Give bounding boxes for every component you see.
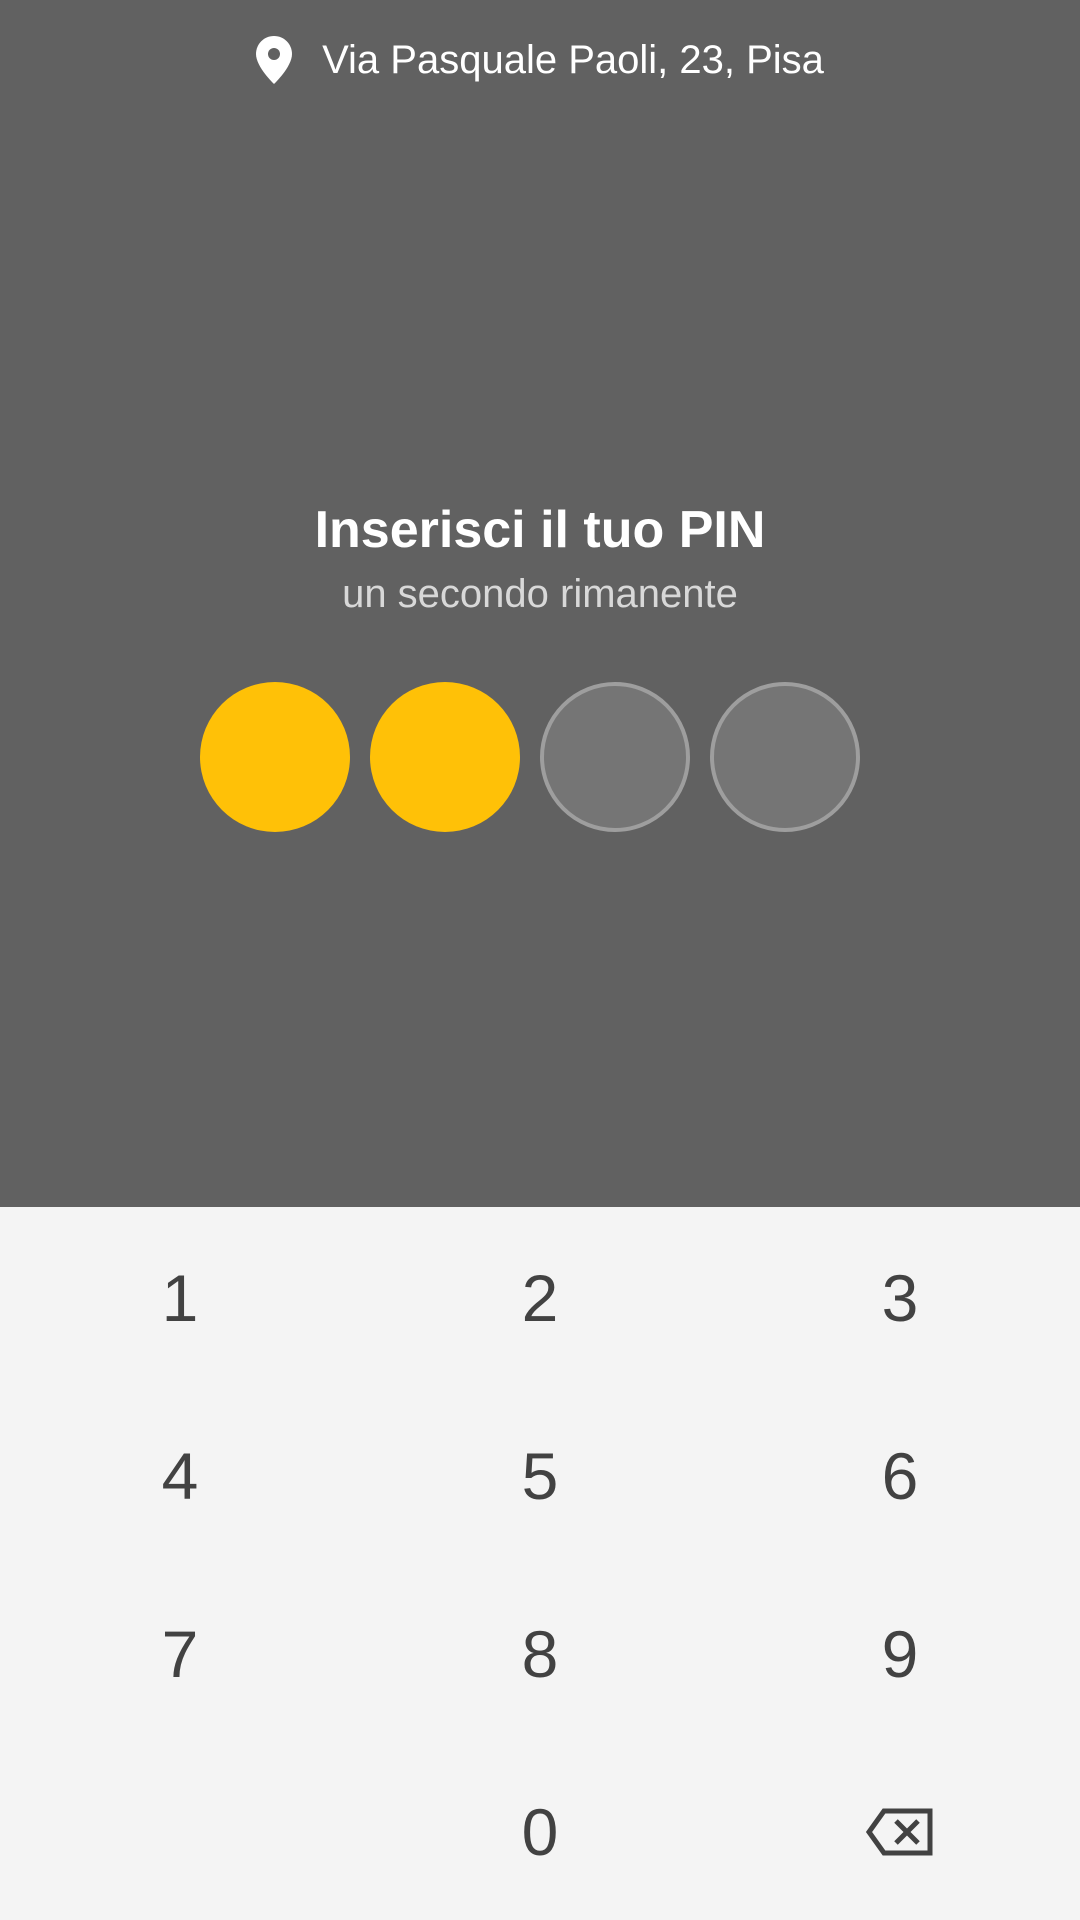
key-8[interactable]: 8 (390, 1579, 690, 1729)
key-9[interactable]: 9 (750, 1579, 1050, 1729)
backspace-icon (866, 1808, 934, 1856)
key-0[interactable]: 0 (390, 1757, 690, 1907)
key-2[interactable]: 2 (390, 1223, 690, 1373)
pin-lock-screen: Via Pasquale Paoli, 23, Pisa Inserisci i… (0, 0, 1080, 1920)
key-6[interactable]: 6 (750, 1401, 1050, 1551)
pin-dot-4 (710, 682, 860, 832)
location-bar: Via Pasquale Paoli, 23, Pisa (0, 30, 1080, 90)
numeric-keypad: 1 2 3 4 5 6 7 8 9 0 (0, 1207, 1080, 1920)
countdown-text: un secondo rimanente (342, 572, 738, 616)
key-4[interactable]: 4 (30, 1401, 330, 1551)
page-title: Inserisci il tuo PIN (314, 501, 766, 559)
key-1[interactable]: 1 (30, 1223, 330, 1373)
pin-indicator (0, 682, 1080, 832)
key-3[interactable]: 3 (750, 1223, 1050, 1373)
pin-panel: Via Pasquale Paoli, 23, Pisa Inserisci i… (0, 0, 1080, 1207)
key-5[interactable]: 5 (390, 1401, 690, 1551)
pin-dot-2 (370, 682, 520, 832)
pin-dot-3 (540, 682, 690, 832)
key-7[interactable]: 7 (30, 1579, 330, 1729)
location-text: Via Pasquale Paoli, 23, Pisa (322, 37, 824, 82)
location-pin-icon (256, 36, 293, 84)
pin-dot-1 (200, 682, 350, 832)
backspace-button[interactable] (750, 1757, 1050, 1907)
